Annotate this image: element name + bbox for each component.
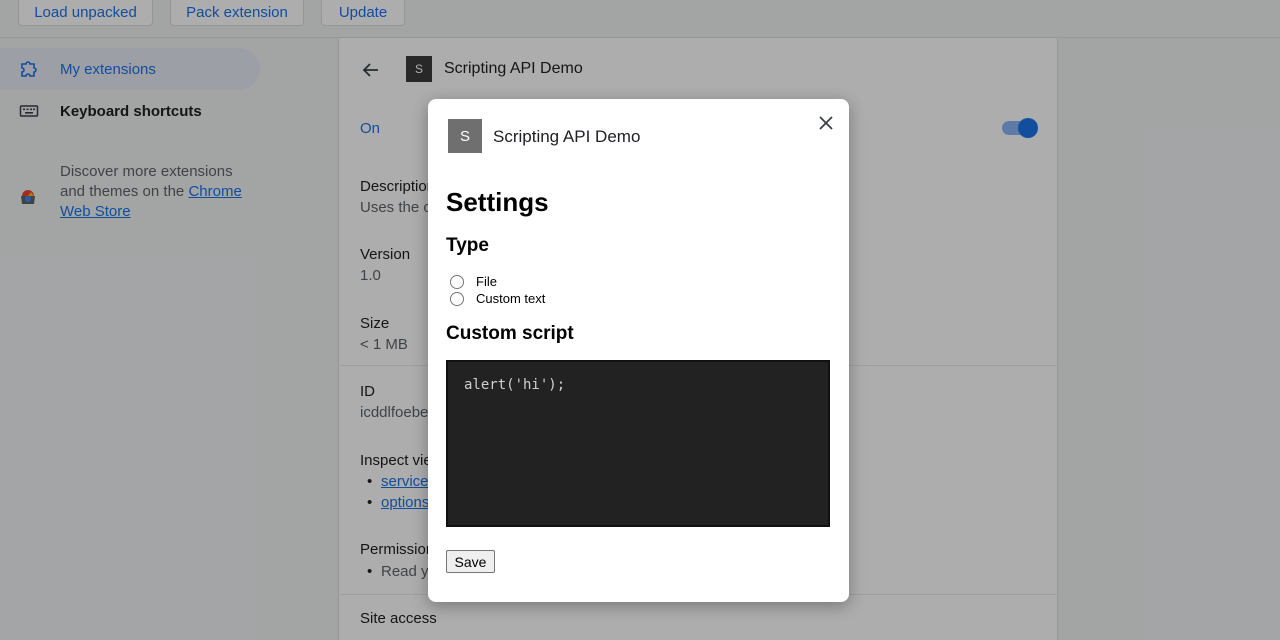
type-heading: Type <box>446 235 489 256</box>
options-dialog: S Scripting API Demo Settings Type File … <box>428 99 849 602</box>
save-button[interactable]: Save <box>446 550 495 573</box>
dialog-title: Scripting API Demo <box>493 127 641 146</box>
radio-option-custom-text[interactable]: Custom text <box>450 291 545 306</box>
radio-option-file[interactable]: File <box>450 274 497 289</box>
settings-heading: Settings <box>446 187 549 217</box>
radio-button[interactable] <box>450 291 464 306</box>
custom-script-textarea[interactable]: alert('hi'); <box>446 360 830 527</box>
dialog-extension-icon: S <box>448 119 482 153</box>
custom-script-heading: Custom script <box>446 323 574 344</box>
radio-label: File <box>476 274 497 289</box>
close-icon[interactable] <box>816 113 836 133</box>
radio-button[interactable] <box>450 274 464 289</box>
radio-label: Custom text <box>476 291 546 306</box>
